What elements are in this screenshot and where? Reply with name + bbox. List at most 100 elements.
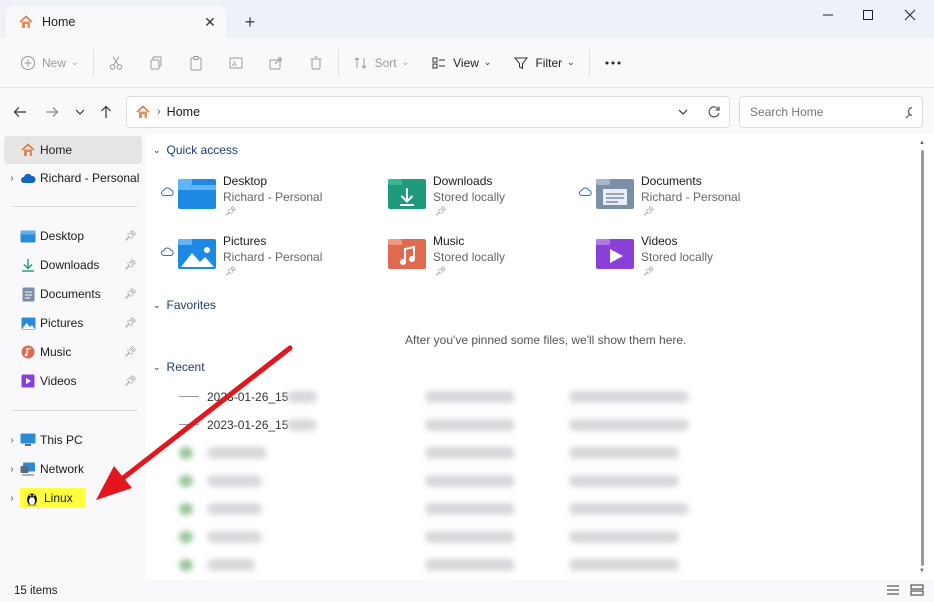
sidebar-item-this-pc[interactable]: › This PC (4, 426, 142, 454)
filter-button[interactable]: Filter ⌄ (507, 47, 580, 79)
sidebar-item-network[interactable]: › Network (4, 455, 142, 483)
copy-icon (150, 56, 162, 69)
rename-button[interactable]: A (222, 47, 250, 79)
maximize-button[interactable] (854, 4, 882, 26)
breadcrumb-home[interactable]: Home (167, 105, 200, 119)
quick-access-header[interactable]: ⌄ Quick access (153, 143, 238, 157)
sidebar-item-label: Desktop (40, 229, 85, 243)
sidebar-item-label: Linux (44, 491, 73, 505)
pin-icon[interactable]: 📌︎ (124, 289, 138, 300)
back-button[interactable] (10, 102, 30, 122)
sidebar-item-pictures[interactable]: Pictures 📌︎ (4, 309, 142, 337)
copy-button[interactable] (142, 47, 170, 79)
view-icon (432, 57, 446, 68)
scroll-down-icon[interactable]: ▼ (918, 568, 926, 576)
paste-button[interactable] (182, 47, 210, 79)
recent-file-row[interactable] (159, 442, 719, 464)
trash-icon (310, 56, 322, 69)
chevron-right-icon[interactable]: › (4, 493, 20, 504)
home-icon (18, 14, 34, 30)
sidebar-item-linux[interactable]: › Linux (4, 484, 142, 512)
more-icon (605, 61, 621, 64)
chevron-down-icon: ⌄ (153, 361, 161, 372)
chevron-right-icon[interactable]: › (4, 435, 20, 446)
toolbar-divider (337, 48, 339, 77)
quick-access-item-videos[interactable]: Videos Stored locally 📌︎ (579, 232, 779, 282)
recent-file-row[interactable] (159, 526, 719, 548)
pin-icon[interactable]: 📌︎ (124, 260, 138, 271)
arrow-right-icon (46, 107, 59, 117)
quick-access-item-documents[interactable]: Documents Richard - Personal 📌︎ (579, 172, 779, 222)
quick-access-item-downloads[interactable]: Downloads Stored locally 📌︎ (371, 172, 571, 222)
minimize-button[interactable] (814, 4, 842, 26)
video-icon (20, 373, 36, 389)
chevron-right-icon[interactable]: › (4, 173, 20, 184)
scroll-up-icon[interactable]: ▲ (918, 140, 926, 148)
pin-icon[interactable]: 📌︎ (124, 347, 138, 358)
scrollbar-thumb[interactable] (921, 150, 924, 566)
close-tab-icon[interactable]: ✕ (202, 14, 218, 30)
search-input[interactable] (750, 105, 905, 119)
forward-button[interactable] (42, 102, 62, 122)
recent-file-row[interactable] (159, 554, 719, 576)
pin-icon: 📌︎ (225, 266, 237, 276)
vertical-scrollbar[interactable]: ▲ ▼ (918, 140, 926, 574)
recent-header[interactable]: ⌄ Recent (153, 360, 205, 374)
pin-icon[interactable]: 📌︎ (124, 231, 138, 242)
chevron-down-icon[interactable] (677, 106, 689, 118)
new-button[interactable]: New ⌄ (14, 47, 85, 79)
up-button[interactable] (96, 102, 116, 122)
recent-locations-button[interactable] (70, 102, 90, 122)
pin-icon[interactable]: 📌︎ (124, 376, 138, 387)
item-name: Music (433, 234, 465, 248)
delete-button[interactable] (302, 47, 330, 79)
pin-icon: 📌︎ (643, 206, 655, 216)
details-view-icon[interactable] (886, 584, 900, 596)
filter-label: Filter (535, 55, 563, 70)
recent-file-row[interactable] (159, 498, 719, 520)
sidebar-item-onedrive[interactable]: › Richard - Personal (4, 164, 142, 192)
item-location: Richard - Personal (641, 190, 741, 204)
item-name: Documents (641, 174, 702, 188)
chevron-down-icon (75, 109, 85, 115)
item-location: Stored locally (641, 250, 714, 264)
recent-file-row[interactable]: 2023-01-26_15 (159, 414, 719, 436)
sidebar-item-desktop[interactable]: Desktop 📌︎ (4, 222, 142, 250)
recent-file-row[interactable]: 2023-01-26_15 (159, 386, 719, 408)
close-window-button[interactable] (896, 4, 924, 26)
tiles-view-icon[interactable] (910, 584, 924, 596)
new-tab-button[interactable]: + (240, 12, 260, 32)
sidebar-item-music[interactable]: Music 📌︎ (4, 338, 142, 366)
sort-button[interactable]: Sort ⌄ (347, 47, 416, 79)
favorites-header[interactable]: ⌄ Favorites (153, 298, 216, 312)
arrow-up-icon (101, 105, 111, 118)
sidebar-item-label: Downloads (40, 258, 100, 272)
address-bar[interactable]: › Home (126, 96, 730, 128)
pin-icon[interactable]: 📌︎ (124, 318, 138, 329)
sidebar-item-documents[interactable]: Documents 📌︎ (4, 280, 142, 308)
network-icon (20, 461, 36, 477)
toolbar-divider (92, 48, 94, 77)
recent-file-row[interactable] (159, 470, 719, 492)
search-box[interactable] (739, 96, 923, 128)
view-button[interactable]: View ⌄ (425, 47, 497, 79)
chevron-right-icon[interactable]: › (4, 464, 20, 475)
sidebar-item-downloads[interactable]: Downloads 📌︎ (4, 251, 142, 279)
refresh-icon[interactable] (707, 105, 721, 119)
cut-button[interactable] (102, 47, 130, 79)
item-name: Pictures (223, 234, 267, 248)
quick-access-item-music[interactable]: Music Stored locally 📌︎ (371, 232, 571, 282)
sidebar-item-home[interactable]: Home (4, 136, 142, 164)
sidebar-item-videos[interactable]: Videos 📌︎ (4, 367, 142, 395)
item-location: Richard - Personal (223, 250, 323, 264)
item-name: Videos (641, 234, 678, 248)
more-options-button[interactable] (598, 47, 628, 79)
share-button[interactable] (262, 47, 290, 79)
quick-access-item-desktop[interactable]: Desktop Richard - Personal 📌︎ (161, 172, 361, 222)
tab-home[interactable]: Home ✕ (6, 6, 226, 38)
picture-icon (20, 315, 36, 331)
sidebar-item-label: Videos (40, 374, 77, 388)
quick-access-item-pictures[interactable]: Pictures Richard - Personal 📌︎ (161, 232, 361, 282)
videos-folder-icon (595, 236, 635, 270)
chevron-down-icon: ⌄ (567, 57, 575, 67)
